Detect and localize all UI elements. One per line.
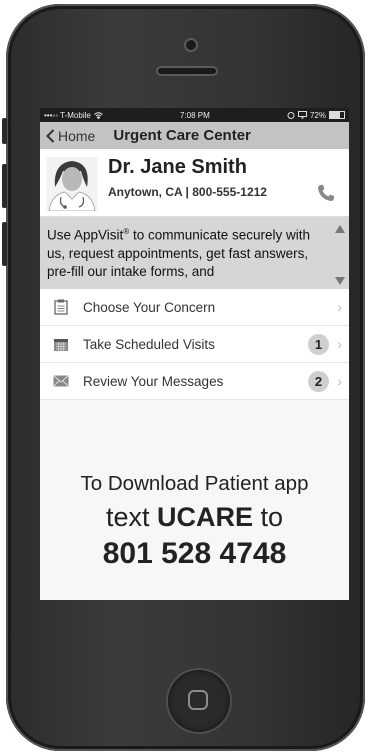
clipboard-icon — [53, 299, 69, 315]
earpiece-speaker — [158, 68, 216, 74]
nav-title: Urgent Care Center — [113, 127, 251, 144]
status-bar: •••◦◦ T-Mobile 7:08 PM 72% — [40, 108, 349, 122]
menu-item-label: Choose Your Concern — [83, 299, 216, 315]
screen-mirror-icon — [297, 111, 307, 119]
menu-item-choose-concern[interactable]: Choose Your Concern › — [40, 289, 349, 326]
home-button[interactable] — [168, 670, 230, 732]
count-badge: 1 — [308, 333, 329, 355]
chevron-right-icon: › — [337, 299, 342, 315]
alarm-icon — [287, 112, 295, 119]
chevron-right-icon: › — [337, 373, 342, 389]
menu-item-scheduled-visits[interactable]: Take Scheduled Visits 1 › — [40, 326, 349, 363]
mute-switch — [2, 118, 7, 144]
app-screen: •••◦◦ T-Mobile 7:08 PM 72% Home Urgent C… — [40, 108, 349, 600]
battery-percent: 72% — [309, 110, 326, 120]
clock: 7:08 PM — [180, 110, 210, 120]
scroll-up-arrow-icon[interactable] — [335, 225, 345, 233]
info-banner[interactable]: Use AppVisit® to communicate securely wi… — [40, 217, 349, 289]
front-camera — [186, 40, 196, 50]
menu-list: Choose Your Concern › Take Scheduled Vis… — [40, 289, 349, 400]
calendar-icon — [53, 336, 69, 352]
chevron-left-icon — [46, 128, 55, 143]
sms-number: 801 528 4748 — [102, 537, 287, 570]
volume-down-button — [2, 222, 7, 266]
envelope-icon — [53, 373, 69, 389]
phone-icon[interactable] — [316, 183, 336, 203]
back-button[interactable]: Home — [46, 128, 95, 144]
back-label: Home — [58, 127, 96, 144]
chevron-right-icon: › — [337, 336, 342, 352]
count-badge: 2 — [308, 370, 329, 392]
menu-item-label: Review Your Messages — [83, 373, 224, 389]
text-keyword: UCARE — [156, 502, 253, 532]
home-square-icon — [188, 690, 208, 710]
text-suffix: to — [253, 502, 284, 532]
download-instructions: To Download Patient app text UCARE to 80… — [40, 472, 349, 571]
doctor-name: Dr. Jane Smith — [108, 156, 247, 178]
doctor-profile: Dr. Jane Smith Anytown, CA | 800-555-121… — [40, 149, 349, 217]
banner-text-start: Use AppVisit — [47, 227, 124, 243]
volume-up-button — [2, 164, 7, 208]
menu-item-label: Take Scheduled Visits — [83, 336, 215, 352]
text-prefix: text — [105, 502, 157, 532]
carrier-label: •••◦◦ T-Mobile — [44, 110, 91, 120]
nav-bar: Home Urgent Care Center — [40, 122, 349, 149]
doctor-avatar — [47, 157, 97, 211]
doctor-location-phone: Anytown, CA | 800-555-1212 — [108, 185, 267, 199]
text-instruction: text UCARE to — [40, 502, 349, 533]
scroll-down-arrow-icon[interactable] — [335, 277, 345, 285]
wifi-icon — [93, 111, 103, 119]
menu-item-review-messages[interactable]: Review Your Messages 2 › — [40, 363, 349, 400]
download-line: To Download Patient app — [80, 472, 309, 495]
battery-icon — [328, 111, 345, 119]
